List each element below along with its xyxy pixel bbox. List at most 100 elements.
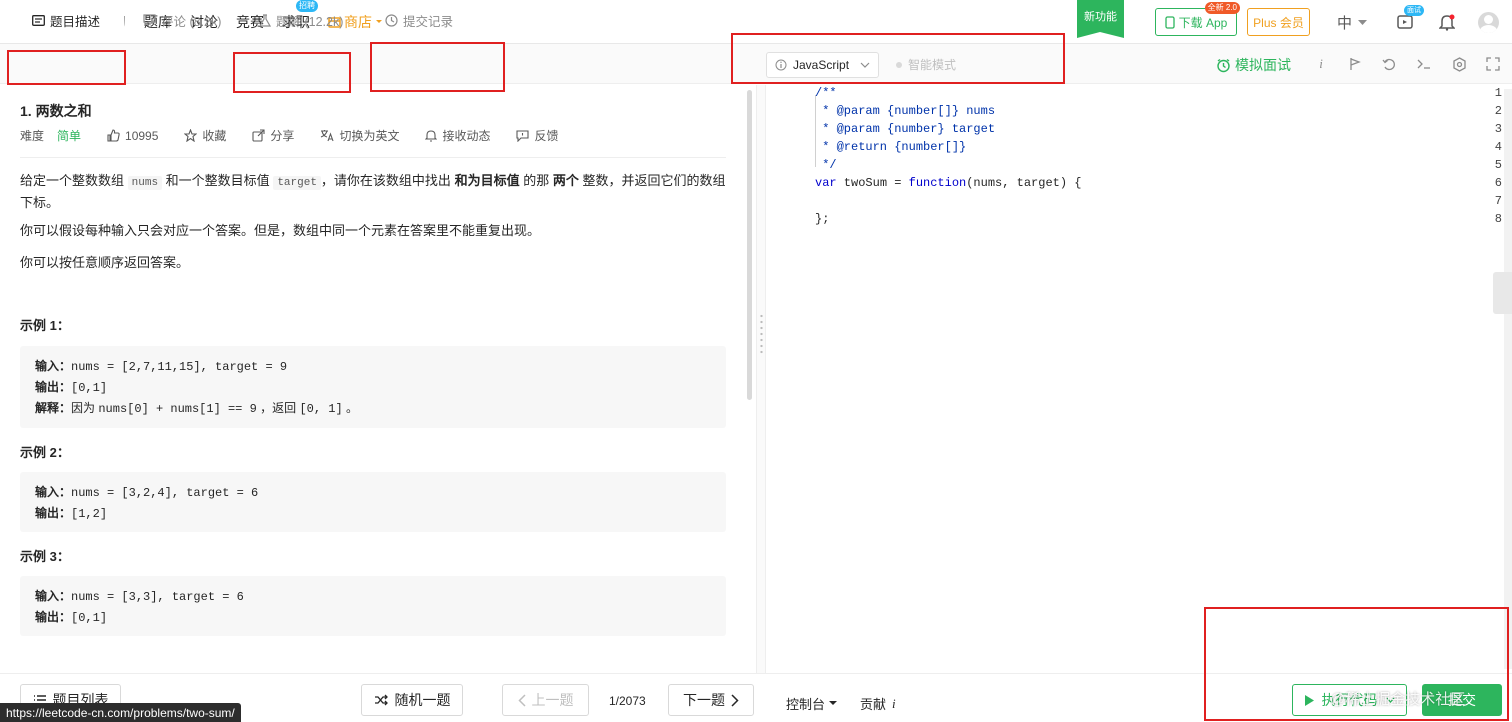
console-toggle[interactable]: 控制台 [786, 694, 838, 713]
problem-note: 你可以按任意顺序返回答案。 [20, 255, 190, 270]
example-input-label: 输入： [35, 485, 72, 499]
code-line: var twoSum = function(nums, target) { [815, 176, 1081, 190]
example-explain-label: 解释： [35, 401, 72, 415]
problem-title: 1. 两数之和 [20, 103, 92, 119]
problem-meta-bar: 难度 简单 10995 收藏 分享 切换为英文 接收动态 反馈 [20, 127, 584, 144]
plus-member-button[interactable]: Plus 会员 [1247, 8, 1310, 36]
translate-button[interactable]: 切换为英文 [320, 127, 399, 144]
flask-icon [259, 13, 271, 27]
example-block: 输入：nums = [3,3], target = 6 输出：[0,1] [20, 576, 726, 636]
line-number: 6 [1494, 176, 1502, 190]
code-text: (nums, target) { [966, 176, 1082, 190]
interview-icon[interactable]: 面试 [1396, 5, 1424, 32]
tab-description[interactable]: 题目描述 [8, 0, 124, 40]
example-block: 输入：nums = [2,7,11,15], target = 9 输出：[0,… [20, 346, 726, 428]
terminal-icon[interactable] [1415, 55, 1433, 73]
translate-label: 切换为英文 [339, 129, 400, 143]
random-label: 随机一题 [394, 692, 451, 708]
settings-icon[interactable] [1450, 55, 1468, 73]
line-number: 5 [1494, 158, 1502, 172]
random-problem-button[interactable]: 随机一题 [361, 684, 463, 716]
contribute-label: 贡献 [860, 697, 887, 712]
tab-submissions-label: 提交记录 [403, 14, 454, 29]
tab-solutions[interactable]: 题解 (12.2k) [259, 0, 343, 40]
statement-text: ，请你在该数组中找出 [320, 173, 451, 188]
download-app-button[interactable]: 下载 App 全新 2.0 [1155, 2, 1240, 36]
prev-problem-button[interactable]: 上一题 [502, 684, 589, 716]
feedback-button[interactable]: 反馈 [516, 127, 558, 144]
phone-icon [1165, 15, 1175, 29]
fullscreen-icon[interactable] [1484, 55, 1502, 73]
code-line: * @param {number} target [815, 122, 996, 136]
user-avatar[interactable] [1478, 12, 1499, 33]
reset-icon[interactable] [1380, 55, 1398, 73]
example-input: nums = [2,7,11,15], target = 9 [71, 360, 288, 374]
statement-bold: 两个 [552, 173, 579, 188]
next-problem-button[interactable]: 下一题 [668, 684, 754, 716]
divider [20, 157, 726, 158]
chevron-down-icon [1358, 19, 1368, 25]
tab-submissions[interactable]: 提交记录 [385, 0, 453, 40]
editor-scrollbar[interactable] [1504, 89, 1512, 669]
side-drawer-tab[interactable] [1493, 272, 1512, 314]
share-button[interactable]: 分享 [252, 127, 294, 144]
feedback-label: 反馈 [534, 129, 559, 143]
line-number: 4 [1494, 140, 1502, 154]
example-explain-text: ，返回 [256, 401, 300, 415]
inline-code-target: target [273, 176, 321, 190]
prev-label: 上一题 [531, 692, 574, 708]
chevron-left-icon [517, 693, 526, 707]
comment-icon [143, 14, 156, 26]
statement-text: 给定一个整数数组 [20, 173, 125, 188]
clock-icon [385, 13, 398, 27]
example-output-label: 输出： [35, 380, 72, 394]
line-number: 3 [1494, 122, 1502, 136]
new-feature-ribbon[interactable]: 新功能 [1077, 0, 1124, 38]
new-feature-label: 新功能 [1084, 11, 1117, 23]
bell-icon[interactable] [1437, 12, 1457, 32]
example-explain-text: 因为 [71, 401, 99, 415]
example-output: [1,2] [71, 507, 108, 521]
statement-bold: 和为目标值 [454, 173, 520, 188]
alarm-clock-icon [1217, 58, 1230, 72]
example-explain-text: 。 [342, 401, 359, 415]
difficulty-label: 难度 [20, 129, 45, 143]
contribute-button[interactable]: 贡献 i [860, 694, 896, 713]
example-input: nums = [3,2,4], target = 6 [71, 486, 259, 500]
like-count: 10995 [125, 128, 159, 143]
annotation-box [370, 42, 505, 92]
flag-icon[interactable] [1346, 55, 1364, 73]
example-title: 示例 1： [20, 318, 70, 333]
feedback-icon [516, 129, 530, 142]
panel-splitter[interactable] [756, 85, 766, 673]
bell-icon [425, 130, 438, 142]
code-editor[interactable]: 1 2 3 4 5 6 7 8 /** * @param {number[]} … [767, 85, 1512, 673]
tab-comments[interactable]: 评论 (8.2k) [143, 0, 221, 40]
language-label: 中 [1337, 15, 1353, 32]
thumbs-up-icon [107, 129, 120, 142]
description-icon [32, 14, 45, 26]
info-italic-icon: i [892, 695, 896, 711]
favorite-button[interactable]: 收藏 [184, 127, 226, 144]
example-output: [0,1] [71, 611, 108, 625]
code-line: * @param {number[]} nums [815, 104, 996, 118]
code-keyword: function [908, 176, 967, 190]
line-number: 1 [1494, 86, 1502, 100]
notify-button[interactable]: 接收动态 [425, 127, 490, 144]
annotation-box [233, 52, 351, 93]
example-explain-code: [0, 1] [299, 402, 343, 416]
statement-text: 和一个整数目标值 [165, 173, 270, 188]
code-text: twoSum = [836, 176, 909, 190]
annotation-box [7, 50, 126, 85]
example-input-label: 输入： [35, 359, 72, 373]
language-switch[interactable]: 中 [1337, 12, 1368, 33]
code-line: */ [815, 158, 837, 172]
info-italic-icon[interactable]: i [1312, 55, 1330, 73]
code-line: /** [815, 86, 837, 100]
example-output: [0,1] [71, 381, 108, 395]
mock-interview-button[interactable]: 模拟面试 [1216, 55, 1291, 75]
star-icon [184, 129, 198, 142]
example-output-label: 输出： [35, 506, 72, 520]
left-scrollbar[interactable] [747, 90, 752, 400]
like-button[interactable]: 10995 [107, 129, 158, 143]
